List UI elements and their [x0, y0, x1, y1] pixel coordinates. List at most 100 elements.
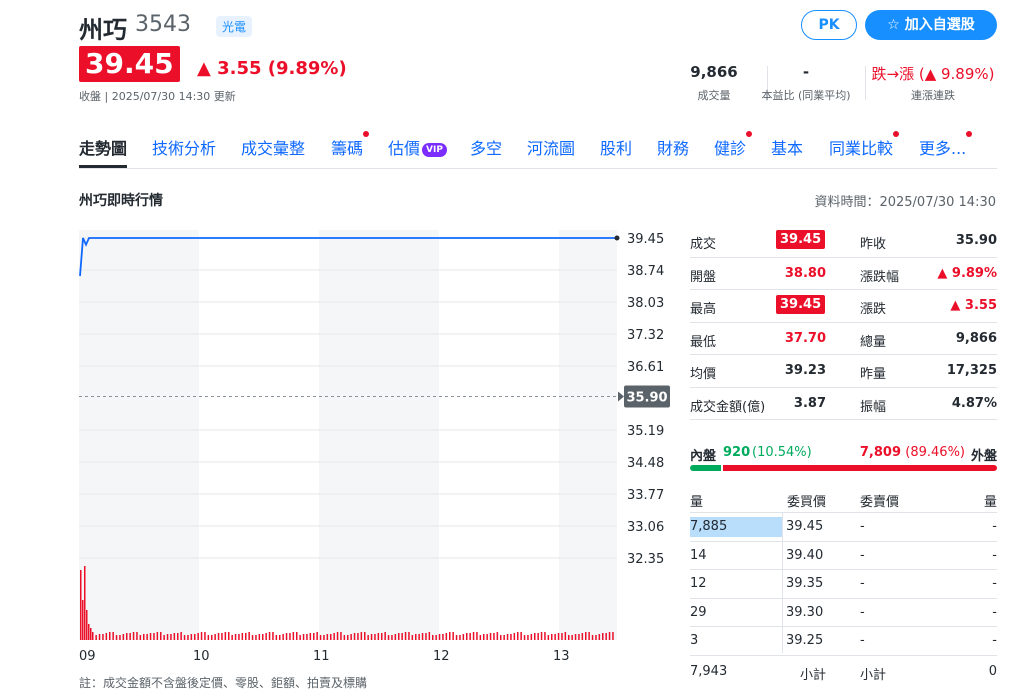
volume-bar: [510, 634, 512, 640]
order-book-total: 7,943 小計 小計 0: [690, 663, 997, 683]
volume-bar: [323, 635, 325, 640]
volume-bar: [316, 632, 318, 640]
volume-bar: [109, 632, 111, 640]
volume-bar: [581, 633, 584, 640]
tab-long-short[interactable]: 多空: [470, 135, 502, 159]
volume-bar: [455, 635, 458, 640]
outer-pct: (89.46%): [905, 445, 965, 460]
volume-bar: [554, 634, 556, 640]
volume-bar: [602, 633, 604, 640]
volume-bar: [547, 635, 550, 640]
volume-bar: [262, 634, 264, 640]
tab-peer-compare[interactable]: 同業比較: [829, 131, 900, 159]
volume-bar: [350, 634, 352, 640]
volume-bar: [608, 632, 611, 640]
volume-bar: [180, 632, 182, 640]
x-tick-label: 10: [193, 649, 210, 664]
volume-bar: [432, 635, 434, 640]
volume-bar: [204, 632, 206, 640]
outer-label: 外盤: [970, 449, 997, 464]
x-tick-label: 12: [433, 649, 450, 664]
inner-pct: (10.54%): [752, 445, 812, 460]
volume-bar: [360, 632, 363, 640]
volume-bar: [520, 632, 522, 640]
tab-valuation[interactable]: 估價 VIP: [388, 135, 447, 159]
volume-bar: [282, 634, 284, 640]
tab-basic[interactable]: 基本: [771, 135, 803, 159]
volume-bar: [384, 632, 386, 640]
volume-bar: [377, 633, 380, 640]
notification-dot: [746, 131, 753, 137]
x-tick-label: 11: [313, 649, 330, 664]
volume-bar: [92, 632, 94, 640]
volume-bar: [268, 632, 271, 640]
intraday-chart[interactable]: 39.45 38.74 38.03 37.32 36.61 35.19 34.48 33.77…: [79, 220, 679, 665]
volume-bar: [166, 634, 169, 640]
pk-button[interactable]: PK: [801, 10, 857, 40]
volume-bar: [571, 635, 573, 640]
metric-divider: [865, 66, 866, 100]
volume-bar: [418, 634, 420, 640]
volume-bar: [80, 570, 82, 640]
inner-label: 內盤: [690, 449, 717, 464]
volume-bar: [466, 633, 468, 640]
y-tick-label: 36.61: [627, 360, 664, 375]
tab-chips[interactable]: 籌碼: [331, 131, 370, 159]
volume-bar: [500, 635, 502, 640]
y-tick-label: 37.32: [627, 328, 664, 343]
y-tick-label: 33.77: [627, 488, 664, 503]
last-price-dot: [614, 235, 620, 241]
tab-dividend[interactable]: 股利: [600, 135, 632, 159]
volume-bar: [605, 633, 607, 640]
volume-bar: [102, 634, 104, 640]
volume-bar: [442, 634, 444, 640]
tab-more[interactable]: 更多...: [919, 131, 973, 159]
add-to-watchlist-button[interactable]: ☆ 加入自選股: [865, 10, 997, 40]
volume-bar: [517, 632, 519, 640]
order-book-row: 29 39.30- -: [690, 599, 997, 627]
volume-bar: [248, 632, 250, 640]
volume-bar: [449, 632, 451, 640]
tab-trade-summary[interactable]: 成交彙整: [241, 135, 305, 159]
y-tick-label: 34.48: [627, 456, 664, 471]
volume-bar: [472, 632, 475, 640]
volume-bar: [98, 634, 101, 640]
volume-bar: [136, 632, 138, 640]
volume-bar: [462, 634, 465, 640]
volume-bar: [357, 633, 359, 640]
volume-bar: [200, 632, 203, 640]
volume-bar: [598, 634, 601, 640]
volume-bar: [588, 632, 590, 640]
volume-bar: [591, 635, 594, 640]
quote-row: 開盤 38.80 漲跌幅 ▲ 9.89%: [690, 258, 997, 290]
volume-bar: [86, 610, 88, 640]
volume-bar: [347, 635, 349, 640]
volume-bar: [394, 634, 397, 640]
volume-bar: [391, 635, 393, 640]
volume-bar: [476, 632, 478, 640]
tab-financials[interactable]: 財務: [657, 135, 689, 159]
volume-bar: [568, 635, 570, 640]
tab-health[interactable]: 健診: [714, 131, 753, 159]
tab-river-chart[interactable]: 河流圖: [527, 135, 575, 159]
volume-bar: [381, 633, 383, 640]
volume-bar: [557, 633, 560, 640]
industry-badge[interactable]: 光電: [216, 16, 253, 37]
stock-code: 3543: [135, 12, 191, 37]
volume-bar: [153, 633, 155, 640]
volume-bar: [387, 635, 390, 640]
tab-trend[interactable]: 走勢圖: [79, 135, 128, 168]
volume-bar: [231, 635, 233, 640]
volume-bar: [367, 635, 369, 640]
volume-bar: [258, 634, 261, 640]
hour-band: [319, 230, 439, 640]
volume-bar: [173, 633, 176, 640]
order-book-row: 3 39.25- -: [690, 627, 997, 656]
tab-technical[interactable]: 技術分析: [152, 135, 216, 159]
volume-bar: [115, 635, 118, 640]
volume-bar: [489, 633, 492, 640]
x-tick-label: 09: [79, 649, 96, 664]
ratio-bar: [690, 465, 997, 471]
footnote: 註：成交金額不含盤後定價、零股、鉅額、拍賣及標購: [79, 676, 368, 690]
quote-row: 成交金額(億) 3.87 振幅 4.87%: [690, 388, 997, 420]
